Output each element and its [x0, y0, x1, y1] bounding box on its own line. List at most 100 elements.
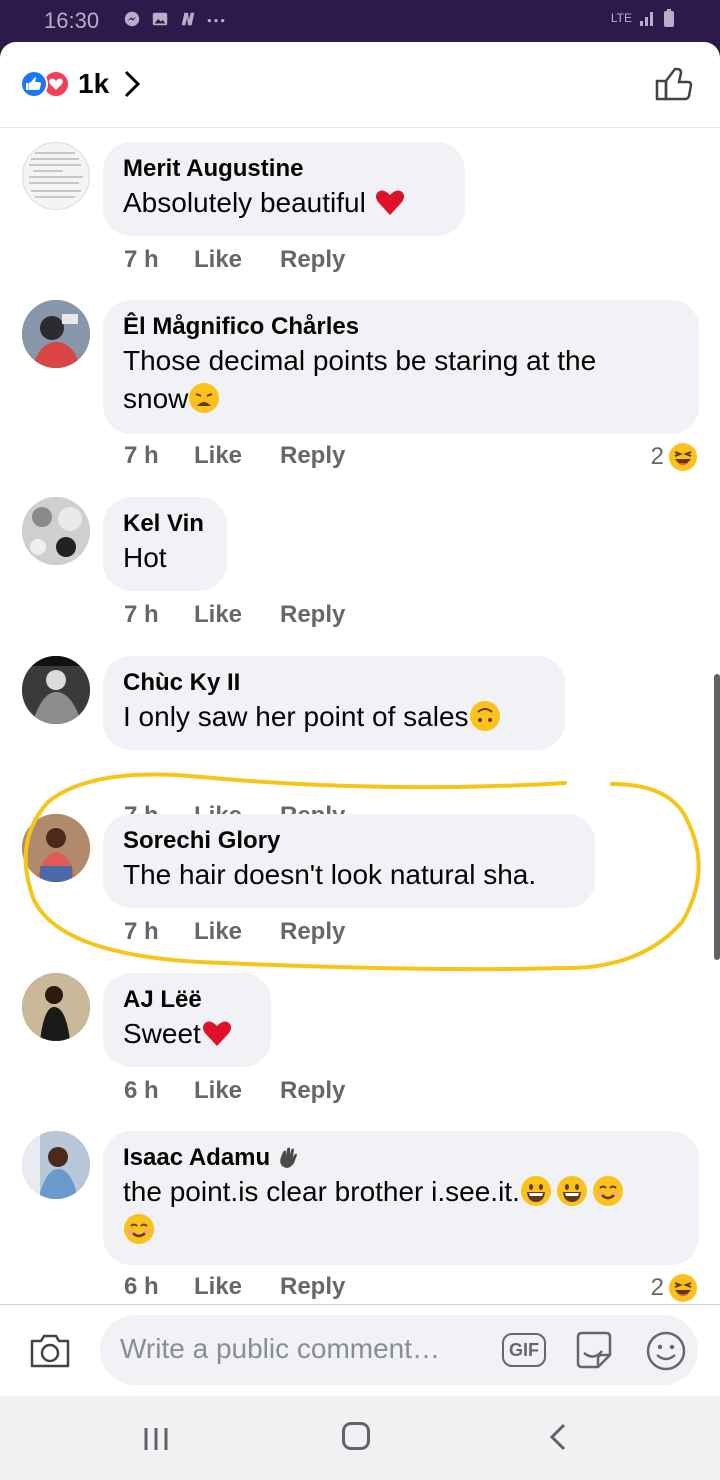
reactions-header: 1k: [0, 42, 720, 128]
comment-bubble[interactable]: AJ Lëë Sweet: [103, 973, 271, 1067]
grinning-face-icon: [520, 1176, 551, 1206]
avatar[interactable]: [22, 300, 90, 368]
gif-button[interactable]: GIF: [502, 1333, 546, 1367]
status-bar: 16:30 LTE: [0, 0, 720, 44]
avatar[interactable]: [22, 497, 90, 565]
comment-text: Absolutely beautiful: [123, 184, 445, 222]
commenter-name[interactable]: Kel Vin: [123, 509, 207, 539]
avatar[interactable]: [22, 973, 90, 1041]
reaction-count: 1k: [78, 68, 110, 99]
commenter-name[interactable]: AJ Lëë: [123, 985, 251, 1015]
comment-actions: 6 h Like Reply: [124, 1077, 345, 1105]
reaction-badge-count: 2: [650, 443, 664, 470]
n-app-icon: [181, 12, 195, 26]
red-heart-icon: [202, 1021, 231, 1046]
comment-actions: 7 h Like Reply: [124, 601, 345, 629]
like-reaction-icon: [20, 70, 48, 98]
comment-actions: 7 h Like Reply: [124, 918, 345, 946]
scrollbar[interactable]: [714, 674, 720, 960]
reactions-summary[interactable]: 1k: [20, 68, 141, 100]
comment-text: I only saw her point of sales: [123, 698, 545, 736]
comment-text-content: the point.is clear brother i.see.it.: [123, 1176, 520, 1207]
like-button[interactable]: Like: [194, 442, 280, 470]
comment-bubble[interactable]: Chùc Ky II I only saw her point of sales: [103, 656, 565, 750]
signal-icon: [640, 12, 653, 26]
comment-bubble[interactable]: Isaac Adamu the point.is clear brother i…: [103, 1131, 699, 1265]
gallery-icon: [152, 12, 168, 26]
comment-actions: 6 h Like Reply: [124, 1273, 345, 1301]
sticker-icon[interactable]: [572, 1329, 616, 1373]
comment-text-content: Sweet: [123, 1018, 201, 1049]
chevron-right-icon[interactable]: [123, 69, 141, 99]
home-icon[interactable]: [342, 1422, 370, 1450]
comment-time: 7 h: [124, 442, 159, 469]
comment-bubble[interactable]: Kel Vin Hot: [103, 497, 227, 591]
avatar[interactable]: [22, 814, 90, 882]
comment-text: snow: [123, 380, 679, 418]
comment-time: 7 h: [124, 246, 159, 273]
more-dots-icon: [207, 19, 225, 23]
comment-text-content: snow: [123, 383, 189, 414]
avatar[interactable]: [22, 656, 90, 724]
comment-composer: GIF: [0, 1304, 720, 1396]
commenter-name[interactable]: Sorechi Glory: [123, 826, 575, 856]
comment-bubble[interactable]: Sorechi Glory The hair doesn't look natu…: [103, 814, 595, 908]
commenter-name[interactable]: Chùc Ky II: [123, 668, 545, 698]
reply-button[interactable]: Reply: [280, 601, 345, 629]
grinning-face-icon: [556, 1176, 587, 1206]
comment-actions: 7 h Like Reply: [124, 246, 345, 274]
reply-button[interactable]: Reply: [280, 918, 345, 946]
comments-sheet: 1k Merit Augustine Absolutely beautiful …: [0, 42, 720, 1396]
camera-icon[interactable]: [28, 1331, 72, 1371]
like-button[interactable]: Like: [194, 1077, 280, 1105]
comment-text: the point.is clear brother i.see.it.: [123, 1173, 679, 1211]
reaction-badge-count: 2: [650, 1274, 664, 1301]
smiling-face-icon: [592, 1176, 623, 1206]
commenter-name[interactable]: Êl Mågnifico Chårles: [123, 312, 679, 342]
comment-text: Sweet: [123, 1015, 251, 1053]
status-time: 16:30: [44, 8, 100, 33]
comment-text: Hot: [123, 542, 167, 573]
comment-time: 6 h: [124, 1077, 159, 1104]
network-label: LTE: [610, 11, 632, 25]
smiling-face-icon: [124, 1214, 154, 1244]
commenter-name[interactable]: Merit Augustine: [123, 154, 445, 184]
like-button[interactable]: Like: [194, 601, 280, 629]
comment-bubble[interactable]: Êl Mågnifico Chårles Those decimal point…: [103, 300, 699, 434]
commenter-name-text: Isaac Adamu: [123, 1144, 271, 1171]
status-right: LTE: [611, 8, 676, 28]
battery-icon: [664, 9, 674, 27]
comment-text-content: I only saw her point of sales: [123, 701, 469, 732]
commenter-name[interactable]: Isaac Adamu: [123, 1143, 679, 1173]
reaction-badge[interactable]: 2: [651, 1273, 698, 1303]
recent-apps-icon[interactable]: [142, 1424, 170, 1454]
reaction-badge[interactable]: 2: [651, 442, 698, 472]
red-heart-icon: [375, 190, 404, 215]
comment-text-line: [123, 1211, 679, 1249]
messenger-icon: [124, 11, 140, 27]
reply-button[interactable]: Reply: [280, 442, 345, 470]
comment-input-pill[interactable]: GIF: [100, 1315, 698, 1385]
back-icon[interactable]: [548, 1422, 568, 1452]
like-button[interactable]: Like: [194, 1273, 280, 1301]
haha-reaction-icon: [669, 443, 697, 471]
comment-time: 7 h: [124, 601, 159, 628]
avatar[interactable]: [22, 1131, 90, 1199]
weary-face-icon: [189, 383, 220, 413]
reply-button[interactable]: Reply: [280, 1077, 345, 1105]
comment-input[interactable]: [120, 1327, 490, 1371]
comment-text-content: Absolutely beautiful: [123, 187, 366, 218]
like-button[interactable]: Like: [194, 246, 280, 274]
reply-button[interactable]: Reply: [280, 1273, 345, 1301]
like-button[interactable]: Like: [194, 918, 280, 946]
comment-time: 6 h: [124, 1273, 159, 1300]
comment-bubble[interactable]: Merit Augustine Absolutely beautiful: [103, 142, 465, 236]
comment-actions: 7 h Like Reply: [124, 442, 345, 470]
avatar[interactable]: [22, 142, 90, 210]
emoji-icon[interactable]: [644, 1329, 688, 1373]
upside-down-face-icon: [469, 701, 500, 731]
thumbs-up-icon[interactable]: [654, 64, 694, 104]
comment-time: 7 h: [124, 918, 159, 945]
reply-button[interactable]: Reply: [280, 246, 345, 274]
haha-reaction-icon: [669, 1274, 697, 1302]
